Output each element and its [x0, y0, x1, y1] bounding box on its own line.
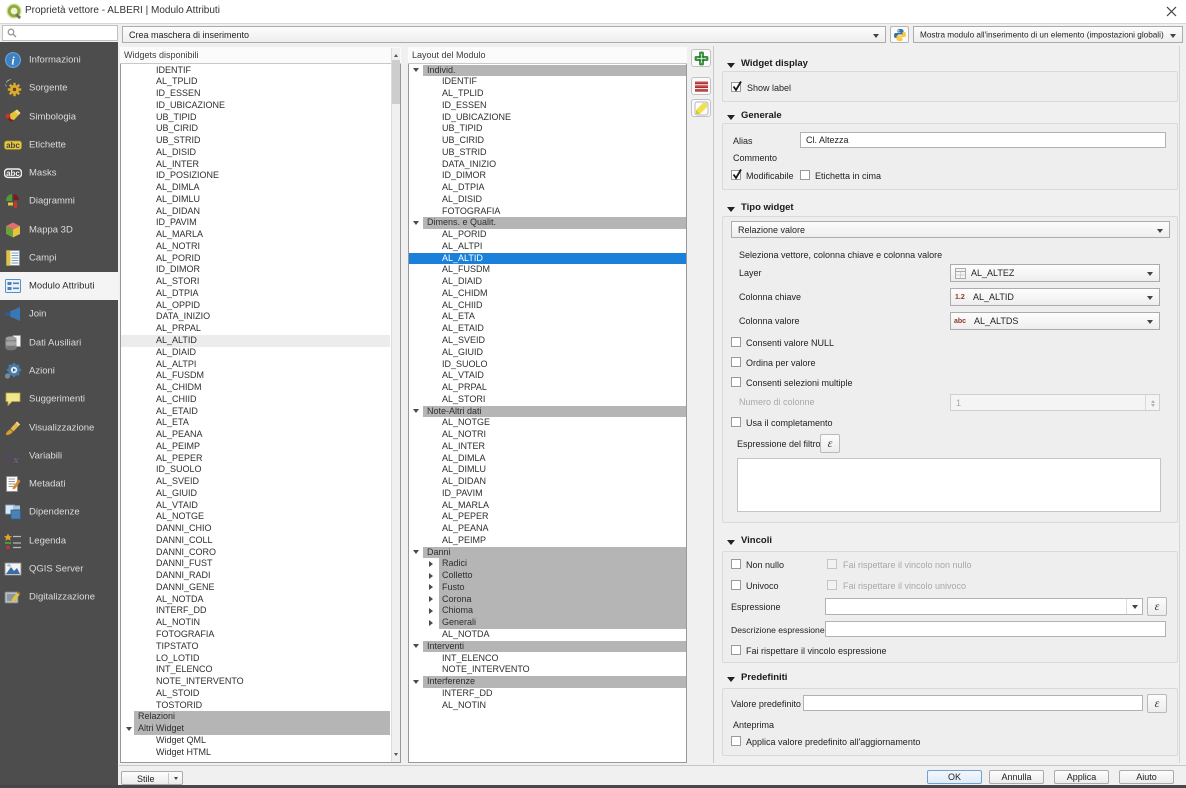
svg-text:abc: abc — [6, 141, 20, 150]
svg-text:abc: abc — [6, 169, 20, 178]
svg-text:x: x — [13, 455, 19, 465]
svg-text:ε: ε — [6, 449, 13, 465]
